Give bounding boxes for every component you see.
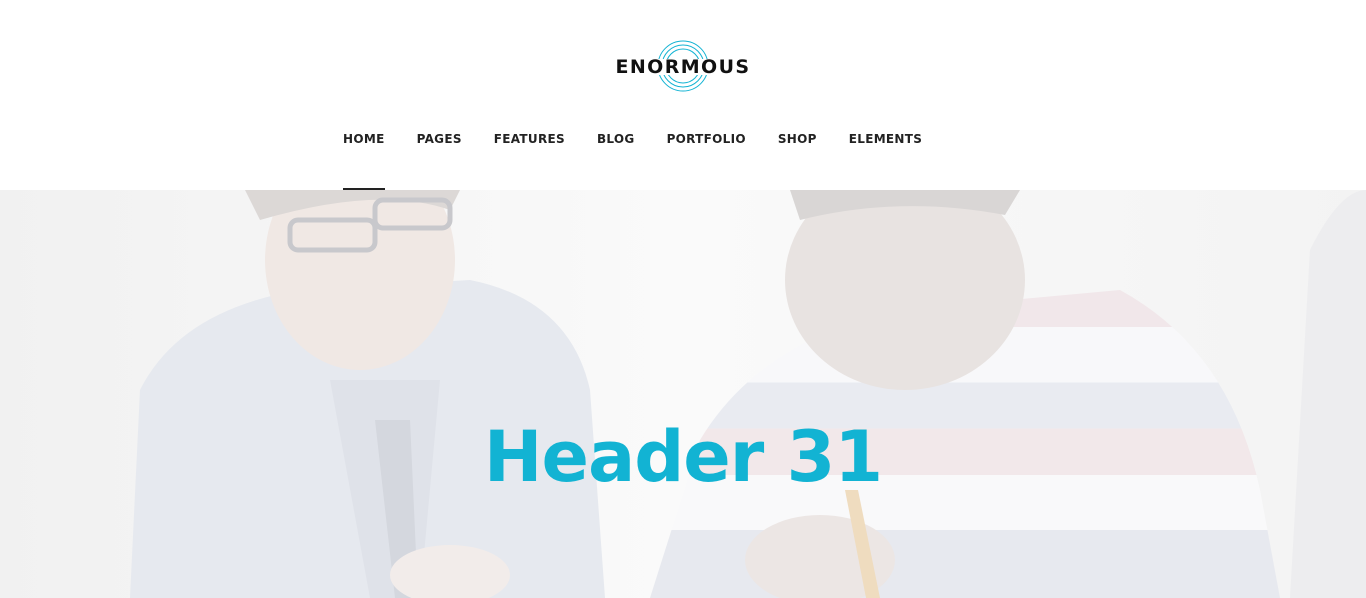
hero-section: Header 31 <box>0 190 1366 598</box>
nav-item-portfolio[interactable]: PORTFOLIO <box>667 130 746 190</box>
brand-logo[interactable]: ENORMOUS <box>600 36 766 98</box>
hero-background-photo <box>0 190 1366 598</box>
nav-item-features[interactable]: FEATURES <box>494 130 565 190</box>
nav-item-home[interactable]: HOME <box>343 130 385 190</box>
nav-item-shop[interactable]: SHOP <box>778 130 817 190</box>
nav-item-pages[interactable]: PAGES <box>417 130 462 190</box>
nav-item-elements[interactable]: ELEMENTS <box>849 130 922 190</box>
nav-item-blog[interactable]: BLOG <box>597 130 635 190</box>
site-header: ENORMOUS HOME PAGES FEATURES BLOG PORTFO… <box>0 0 1366 190</box>
brand-name: ENORMOUS <box>615 56 751 78</box>
main-nav: HOME PAGES FEATURES BLOG PORTFOLIO SHOP … <box>343 130 954 190</box>
hero-title: Header 31 <box>483 416 883 498</box>
